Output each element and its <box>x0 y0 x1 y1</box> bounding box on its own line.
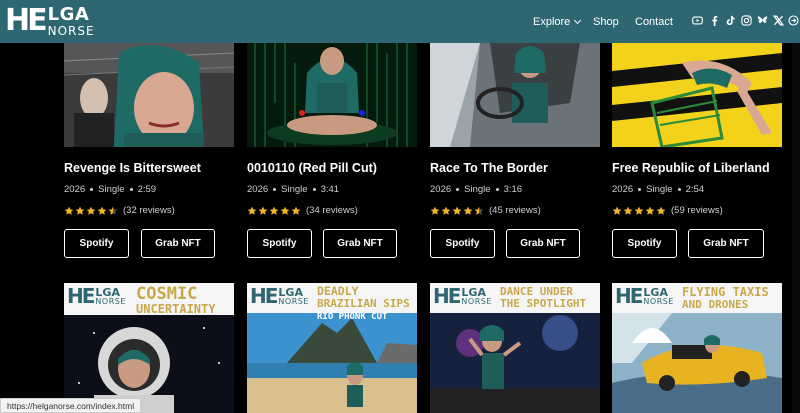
cover-art-image[interactable] <box>247 43 417 147</box>
cover-title-line2: AND DRONES <box>682 298 749 311</box>
cover-title-line1: DEADLY <box>317 284 359 298</box>
review-count[interactable]: (59 reviews) <box>671 205 723 216</box>
cover-title-line2: BRAZILIAN SIPS <box>317 297 410 310</box>
star-icon <box>269 206 279 215</box>
star-rating: (59 reviews) <box>612 205 723 216</box>
stars <box>247 206 302 216</box>
cover-title-line1: FLYING TAXIS <box>682 285 769 299</box>
star-icon <box>247 206 257 215</box>
cover-logo: HE LGA NORSE <box>433 284 492 308</box>
star-icon <box>64 206 74 215</box>
bluesky-icon[interactable] <box>757 15 768 26</box>
cover-title-line1: COSMIC <box>136 284 198 304</box>
star-icon <box>474 206 484 215</box>
scrollbar[interactable] <box>792 43 800 413</box>
grab-nft-button[interactable]: Grab NFT <box>141 229 215 258</box>
cover-title-line1: DANCE UNDER <box>500 285 573 298</box>
star-icon <box>463 206 473 215</box>
logo-top-text: LGA <box>47 3 90 25</box>
song-meta: 2026 Single 3:41 <box>247 184 340 195</box>
instagram-icon[interactable] <box>741 15 752 26</box>
review-count[interactable]: (32 reviews) <box>123 205 175 216</box>
facebook-icon[interactable] <box>709 15 720 26</box>
song-meta: 2026 Single 2:54 <box>612 184 705 195</box>
star-icon <box>291 206 301 215</box>
youtube-icon[interactable] <box>692 15 703 26</box>
cover-art-image[interactable] <box>430 43 600 147</box>
star-icon <box>75 206 85 215</box>
star-icon <box>612 206 622 215</box>
grab-nft-button[interactable]: Grab NFT <box>688 229 764 258</box>
external-arrow-icon[interactable] <box>788 15 799 26</box>
cover-art-image[interactable]: HE LGA NORSE COSMIC UNCERTAINTY <box>64 283 234 413</box>
cover-art-image[interactable] <box>612 43 782 147</box>
star-rating: (32 reviews) <box>64 205 175 216</box>
cover-logo: HE LGA NORSE <box>615 284 674 308</box>
cover-title-line2: UNCERTAINTY <box>136 302 216 316</box>
song-title[interactable]: Revenge Is Bittersweet <box>64 161 201 175</box>
status-bar-url: https://helganorse.com/index.html <box>0 398 142 413</box>
logo-bottom-text: NORSE <box>47 23 95 38</box>
grab-nft-button[interactable]: Grab NFT <box>506 229 580 258</box>
x-icon[interactable] <box>773 15 784 26</box>
star-icon <box>258 206 268 215</box>
stars <box>64 206 119 216</box>
song-meta: 2026 Single 3:16 <box>430 184 523 195</box>
star-rating: (34 reviews) <box>247 205 358 216</box>
star-icon <box>97 206 107 215</box>
star-icon <box>656 206 666 215</box>
cover-art-image[interactable]: HE LGA NORSE FLYING TAXIS AND DRONES <box>612 283 782 413</box>
cover-logo: HE LGA NORSE <box>250 284 309 308</box>
cover-art-image[interactable]: HE LGA NORSE DEADLY BRAZILIAN SIPS RIO PH… <box>247 283 417 413</box>
nav-explore[interactable]: Explore <box>533 0 582 43</box>
nav-contact[interactable]: Contact <box>635 0 673 43</box>
star-icon <box>86 206 96 215</box>
cover-art-image[interactable]: HE LGA NORSE DANCE UNDER THE SPOTLIGHT <box>430 283 600 413</box>
star-icon <box>623 206 633 215</box>
spotify-button[interactable]: Spotify <box>247 229 312 258</box>
site-header: HE LGA NORSE Explore Shop Contact <box>0 0 800 43</box>
spotify-button[interactable]: Spotify <box>64 229 129 258</box>
review-count[interactable]: (34 reviews) <box>306 205 358 216</box>
song-meta: 2026 Single 2:59 <box>64 184 157 195</box>
nav-shop[interactable]: Shop <box>593 0 619 43</box>
star-icon <box>430 206 440 215</box>
tiktok-icon[interactable] <box>725 15 736 26</box>
star-icon <box>645 206 655 215</box>
cover-subtitle: RIO PHONK CUT <box>317 312 388 322</box>
star-rating: (45 reviews) <box>430 205 541 216</box>
star-icon <box>634 206 644 215</box>
star-icon <box>108 206 118 215</box>
chevron-down-icon <box>574 16 582 24</box>
logo-mark: HE <box>5 3 48 38</box>
site-logo[interactable]: HE LGA NORSE <box>5 3 95 39</box>
spotify-button[interactable]: Spotify <box>430 229 495 258</box>
spotify-button[interactable]: Spotify <box>612 229 677 258</box>
review-count[interactable]: (45 reviews) <box>489 205 541 216</box>
song-title[interactable]: 0010110 (Red Pill Cut) <box>247 161 377 175</box>
stars <box>430 206 485 216</box>
cover-logo: HE LGA NORSE <box>67 284 126 308</box>
cover-title-line2: THE SPOTLIGHT <box>500 297 587 310</box>
star-icon <box>452 206 462 215</box>
star-icon <box>280 206 290 215</box>
stars <box>612 206 667 216</box>
grab-nft-button[interactable]: Grab NFT <box>323 229 397 258</box>
song-title[interactable]: Free Republic of Liberland <box>612 161 770 175</box>
cover-art-image[interactable] <box>64 43 234 147</box>
star-icon <box>441 206 451 215</box>
song-title[interactable]: Race To The Border <box>430 161 548 175</box>
